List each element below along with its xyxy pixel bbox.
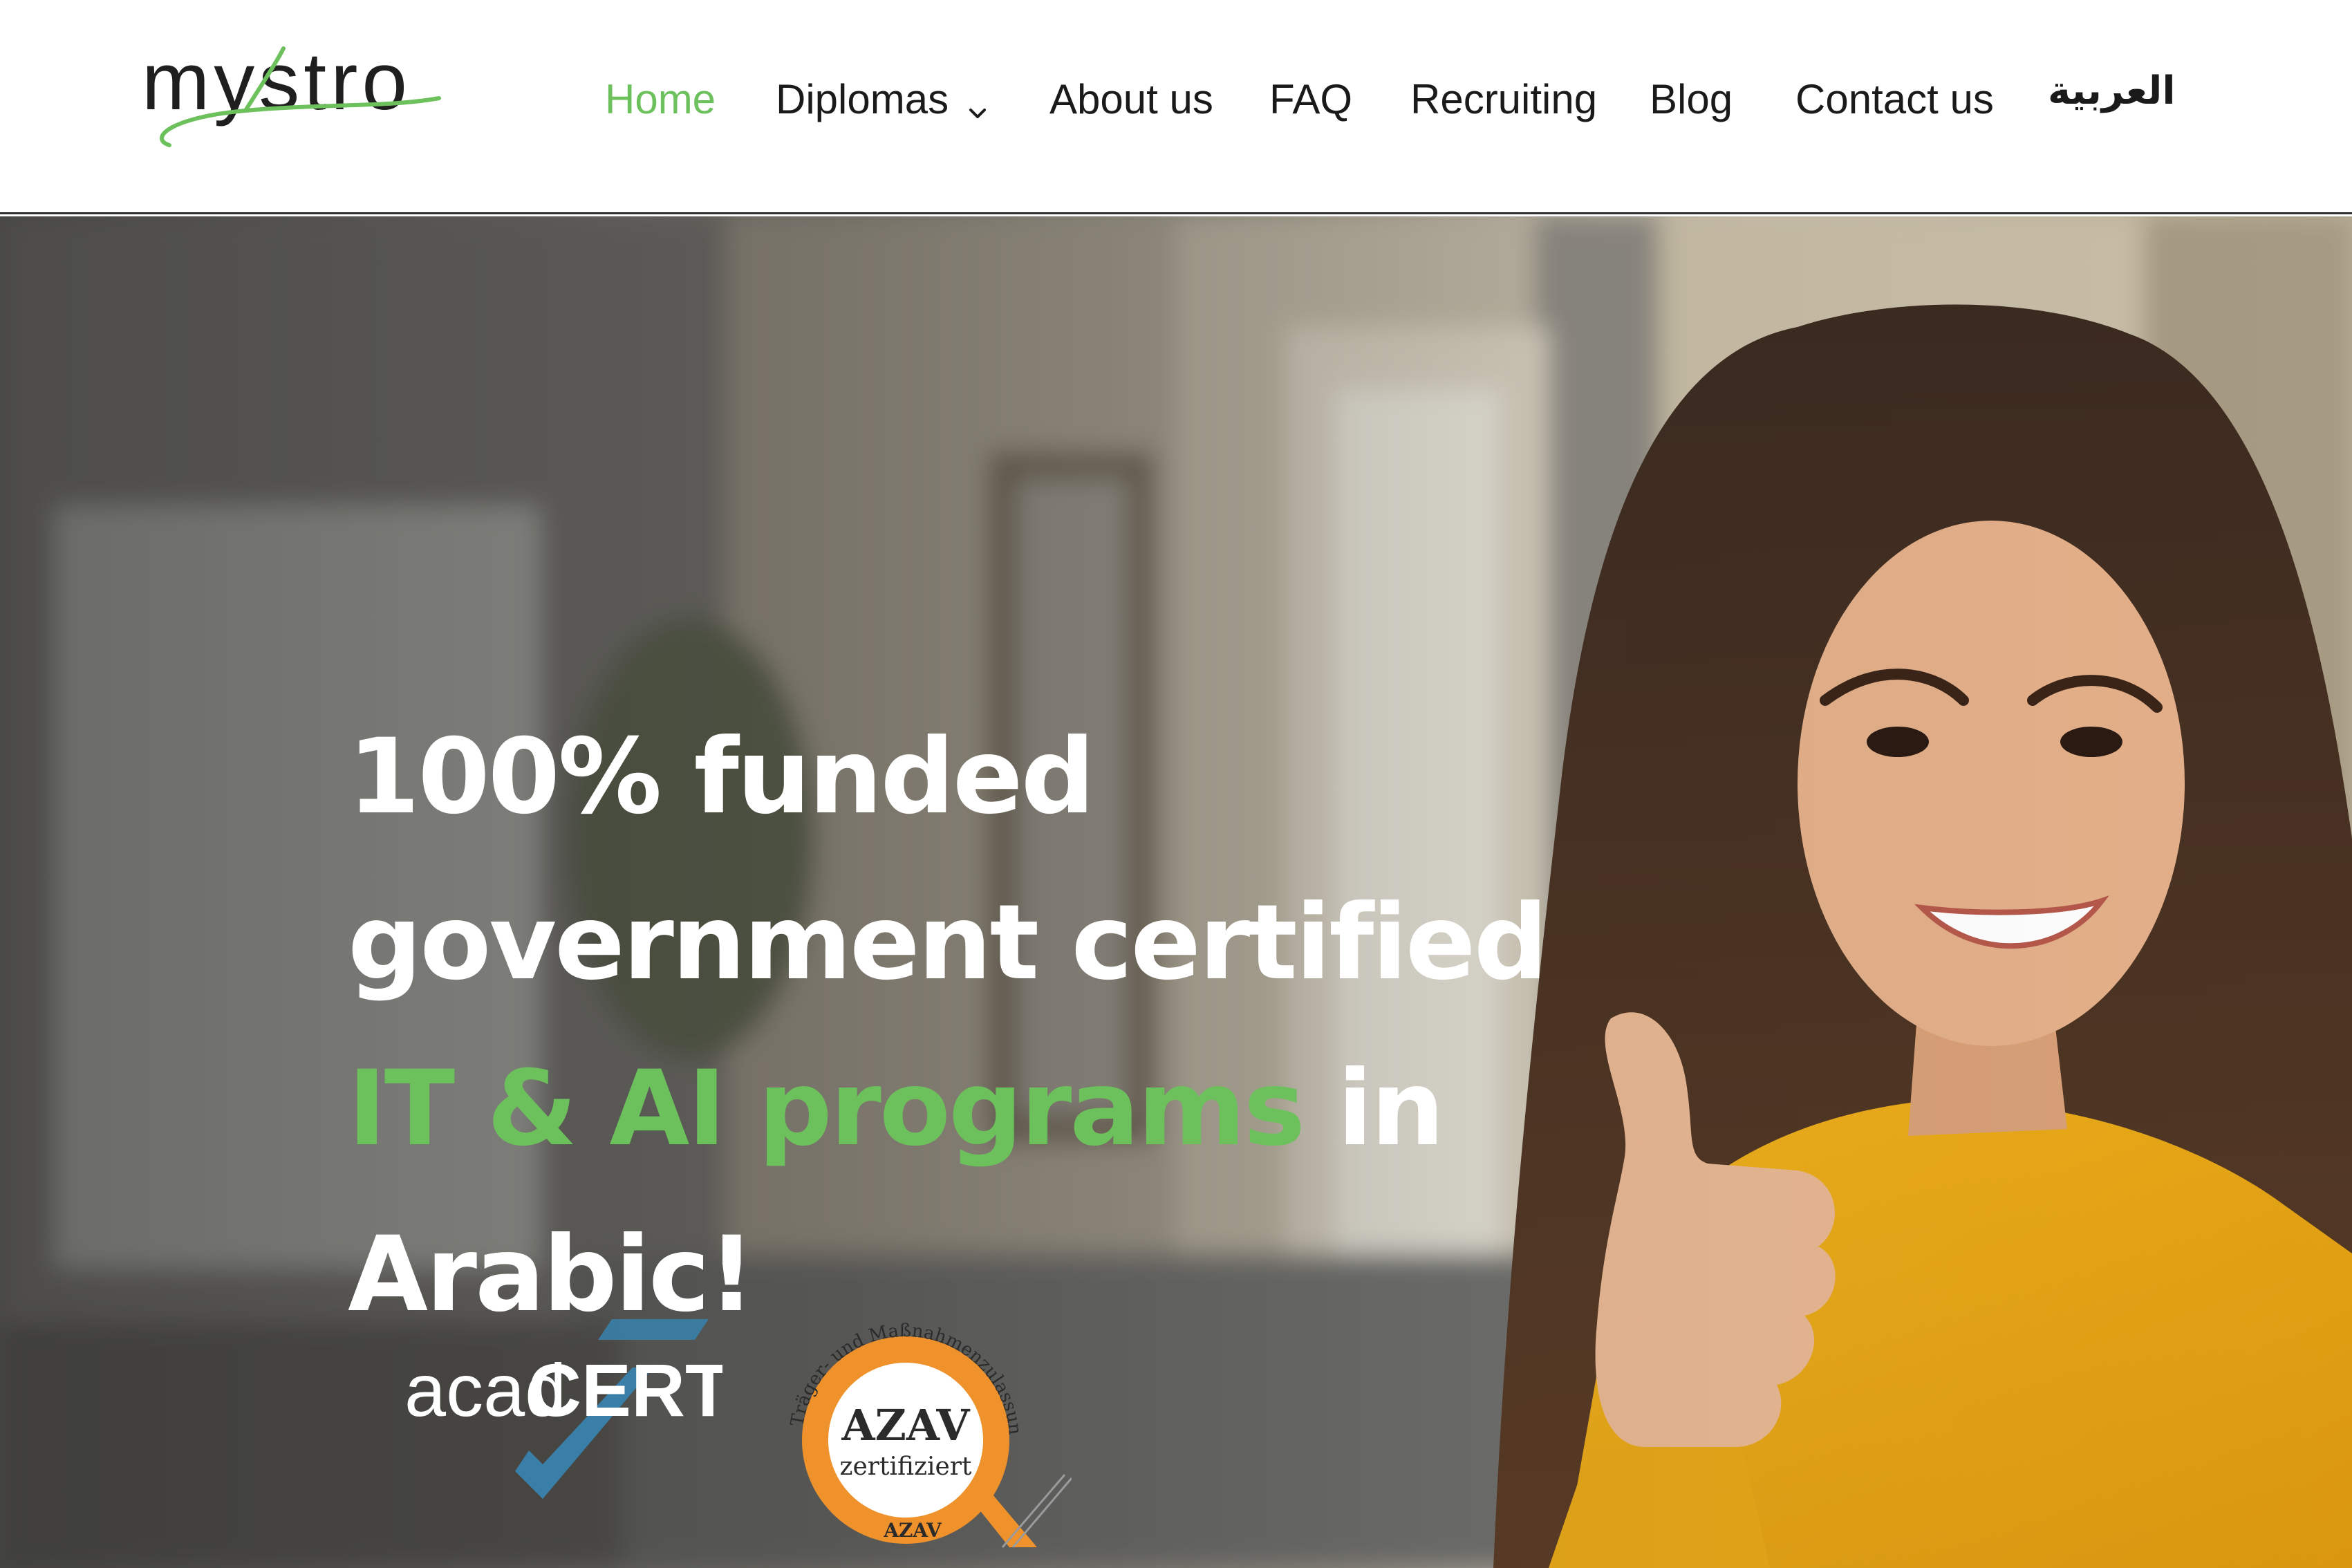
site-header: mystro Home Diplomas About us FAQ Recrui…	[0, 0, 2352, 214]
nav-contact[interactable]: Contact us	[1795, 75, 1994, 124]
headline-line-3: IT & AI programs in	[348, 1026, 1445, 1192]
azav-bottom-text: AZAV	[883, 1519, 942, 1542]
nav-about[interactable]: About us	[1049, 75, 1213, 124]
nav-recruiting[interactable]: Recruiting	[1410, 75, 1597, 124]
acadcert-badge: acad CERT	[404, 1312, 731, 1506]
azav-certification-badge: Träger- und Maßnahmenzulassung AZAV zert…	[769, 1286, 1073, 1551]
nav-language-arabic[interactable]: العربية	[2048, 66, 2176, 116]
cert-text: CERT	[528, 1348, 722, 1432]
hero-section: 100% funded government certified IT & AI…	[0, 216, 2352, 1568]
azav-title: AZAV	[841, 1400, 970, 1450]
headline-line-1: 100% funded	[348, 716, 1095, 837]
main-nav: Home Diplomas About us FAQ Recruiting Bl…	[0, 0, 2352, 214]
azav-subtitle: zertifiziert	[840, 1453, 972, 1481]
headline-line-3-rest: in	[1303, 1048, 1444, 1169]
nav-diplomas[interactable]: Diplomas	[776, 75, 990, 124]
nav-home[interactable]: Home	[605, 75, 716, 124]
nav-diplomas-label: Diplomas	[776, 76, 949, 122]
nav-blog[interactable]: Blog	[1650, 75, 1733, 124]
headline-line-2: government certified	[348, 882, 1548, 1003]
headline-highlight: IT & AI programs	[348, 1048, 1305, 1169]
hero-headline: 100% funded government certified IT & AI…	[348, 694, 1548, 1358]
chevron-down-icon	[965, 87, 990, 118]
nav-faq[interactable]: FAQ	[1269, 75, 1352, 124]
